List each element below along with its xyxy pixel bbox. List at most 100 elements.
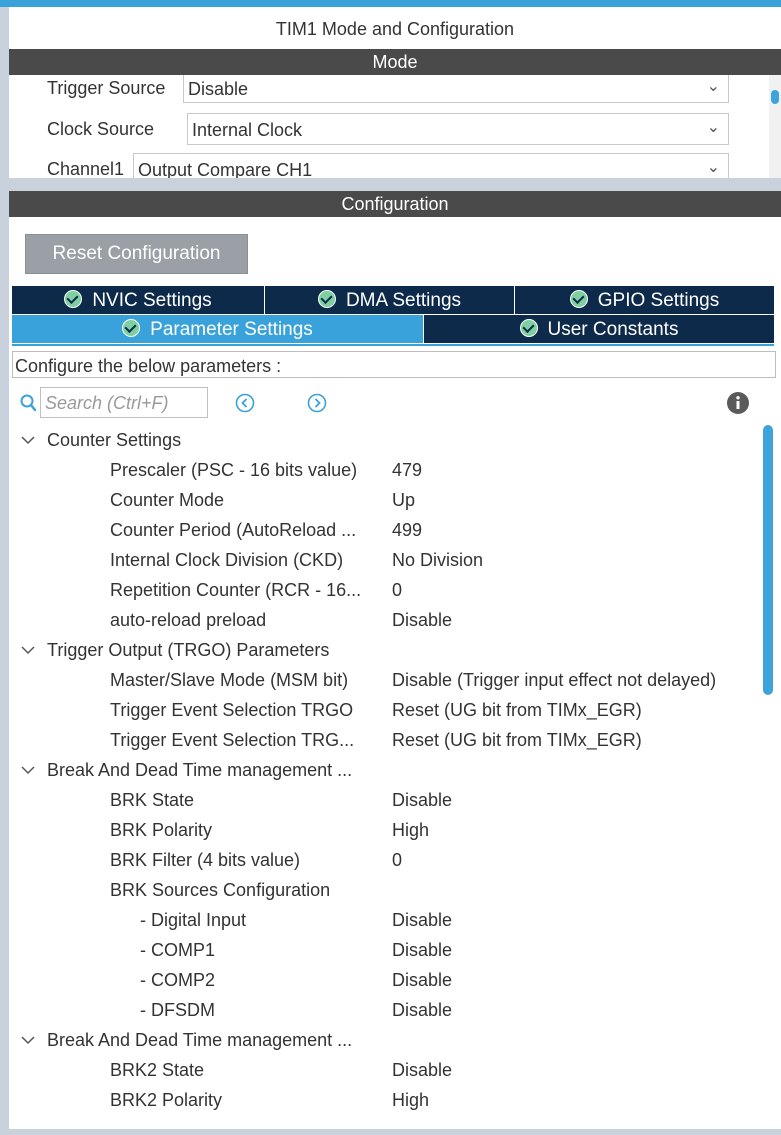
trigger-source-value: Disable (188, 79, 249, 99)
param-value[interactable]: Disable (392, 965, 452, 995)
window-bottom-frame (9, 1129, 781, 1135)
trigger-source-row: Trigger Source Disable ⌄ (9, 75, 769, 107)
tab-user-constants[interactable]: User Constants (424, 315, 774, 343)
param-row[interactable]: - Digital Input Disable (12, 905, 762, 935)
group-break2-dead-time[interactable]: Break And Dead Time management ... (12, 1025, 762, 1055)
param-name: BRK Polarity (110, 820, 213, 840)
tab-nvic-settings[interactable]: NVIC Settings (12, 286, 265, 314)
search-icon[interactable] (19, 393, 37, 413)
info-icon[interactable] (726, 391, 750, 415)
param-name: BRK Sources Configuration (110, 880, 331, 900)
param-value[interactable]: Disable (392, 785, 452, 815)
param-row[interactable]: Counter Period (AutoReload ... 499 (12, 515, 762, 545)
param-row[interactable]: Counter Mode Up (12, 485, 762, 515)
search-input[interactable]: Search (Ctrl+F) (40, 387, 208, 418)
param-name: Repetition Counter (RCR - 16... (110, 580, 362, 600)
group-counter-settings[interactable]: Counter Settings (12, 425, 762, 455)
chevron-down-icon[interactable] (20, 425, 36, 455)
clock-source-value: Internal Clock (192, 120, 303, 140)
mode-scrollbar-thumb[interactable] (771, 90, 779, 104)
param-row[interactable]: auto-reload preload Disable (12, 605, 762, 635)
param-name: BRK2 Polarity (110, 1090, 223, 1110)
param-value[interactable]: Disable (Trigger input effect not delaye… (392, 665, 716, 695)
param-name: Counter Mode (110, 490, 225, 510)
param-row[interactable]: BRK2 Polarity High (12, 1085, 762, 1115)
tab-label: NVIC Settings (92, 290, 212, 311)
chevron-down-icon: ⌄ (706, 119, 720, 136)
param-row[interactable]: Trigger Event Selection TRGO Reset (UG bi… (12, 695, 762, 725)
channel1-label: Channel1 (47, 159, 125, 178)
param-name: BRK Filter (4 bits value) (110, 850, 301, 870)
param-value[interactable]: 0 (392, 845, 402, 875)
check-circle-icon (569, 290, 588, 308)
tab-dma-settings[interactable]: DMA Settings (265, 286, 515, 314)
param-row[interactable]: BRK Filter (4 bits value) 0 (12, 845, 762, 875)
group-break-dead-time[interactable]: Break And Dead Time management ... (12, 755, 762, 785)
next-result-icon[interactable] (307, 393, 327, 413)
param-row[interactable]: Trigger Event Selection TRG... Reset (UG … (12, 725, 762, 755)
param-value[interactable]: 499 (392, 515, 422, 545)
param-row[interactable]: Master/Slave Mode (MSM bit) Disable (Trig… (12, 665, 762, 695)
parameter-scrollbar-thumb[interactable] (763, 425, 773, 695)
group-title: Break And Dead Time management ... (47, 1030, 353, 1050)
check-circle-icon (122, 319, 141, 337)
parameters-hint: Configure the below parameters : (12, 351, 776, 378)
param-row[interactable]: - DFSDM Disable (12, 995, 762, 1025)
param-name: Master/Slave Mode (MSM bit) (110, 670, 349, 690)
param-name: BRK State (110, 790, 195, 810)
chevron-down-icon: ⌄ (706, 159, 720, 176)
param-row[interactable]: Internal Clock Division (CKD) No Division (12, 545, 762, 575)
group-title: Counter Settings (47, 430, 182, 450)
mode-section-header[interactable]: Mode (9, 49, 781, 75)
tab-label: GPIO Settings (597, 290, 720, 311)
param-name: - DFSDM (140, 1000, 215, 1020)
tab-underline (12, 344, 774, 346)
param-value[interactable]: High (392, 1085, 429, 1115)
channel1-select[interactable]: Output Compare CH1 ⌄ (133, 153, 729, 178)
trigger-source-select[interactable]: Disable ⌄ (183, 75, 729, 103)
param-row[interactable]: BRK Sources Configuration (12, 875, 762, 905)
param-value[interactable]: 479 (392, 455, 422, 485)
param-value[interactable]: Disable (392, 1055, 452, 1085)
param-value[interactable]: Up (392, 485, 415, 515)
param-value[interactable]: Reset (UG bit from TIMx_EGR) (392, 725, 642, 755)
param-value[interactable]: 0 (392, 575, 402, 605)
param-value[interactable]: No Division (392, 545, 483, 575)
param-value[interactable]: High (392, 815, 429, 845)
param-name: - Digital Input (140, 910, 247, 930)
chevron-down-icon[interactable] (20, 635, 36, 665)
chevron-down-icon[interactable] (20, 755, 36, 785)
group-title: Break And Dead Time management ... (47, 760, 353, 780)
window-top-accent (0, 0, 781, 7)
clock-source-label: Clock Source (47, 119, 155, 139)
clock-source-row: Clock Source Internal Clock ⌄ (9, 113, 769, 145)
group-trigger-output[interactable]: Trigger Output (TRGO) Parameters (12, 635, 762, 665)
param-value[interactable]: Reset (UG bit from TIMx_EGR) (392, 695, 642, 725)
param-name: BRK2 State (110, 1060, 205, 1080)
param-row[interactable]: BRK State Disable (12, 785, 762, 815)
configuration-section-header[interactable]: Configuration (9, 191, 781, 217)
splitter[interactable] (9, 178, 781, 191)
param-name: Trigger Event Selection TRG... (110, 730, 355, 750)
channel1-row: Channel1 Output Compare CH1 ⌄ (9, 153, 769, 178)
tab-parameter-settings[interactable]: Parameter Settings (12, 315, 424, 343)
param-row[interactable]: BRK Polarity High (12, 815, 762, 845)
chevron-down-icon[interactable] (20, 1025, 36, 1055)
param-row[interactable]: Prescaler (PSC - 16 bits value) 479 (12, 455, 762, 485)
param-row[interactable]: - COMP2 Disable (12, 965, 762, 995)
param-value[interactable]: Disable (392, 605, 452, 635)
param-value[interactable]: Disable (392, 995, 452, 1025)
param-value[interactable]: Disable (392, 905, 452, 935)
parameter-tree: Counter Settings Prescaler (PSC - 16 bit… (12, 425, 762, 1135)
channel1-value: Output Compare CH1 (138, 160, 313, 178)
clock-source-select[interactable]: Internal Clock ⌄ (187, 113, 729, 145)
previous-result-icon[interactable] (235, 393, 255, 413)
tab-gpio-settings[interactable]: GPIO Settings (515, 286, 774, 314)
param-name: - COMP1 (140, 940, 216, 960)
param-name: auto-reload preload (110, 610, 267, 630)
param-row[interactable]: BRK2 State Disable (12, 1055, 762, 1085)
reset-configuration-button[interactable]: Reset Configuration (25, 234, 248, 274)
param-value[interactable]: Disable (392, 935, 452, 965)
param-row[interactable]: - COMP1 Disable (12, 935, 762, 965)
param-row[interactable]: Repetition Counter (RCR - 16... 0 (12, 575, 762, 605)
